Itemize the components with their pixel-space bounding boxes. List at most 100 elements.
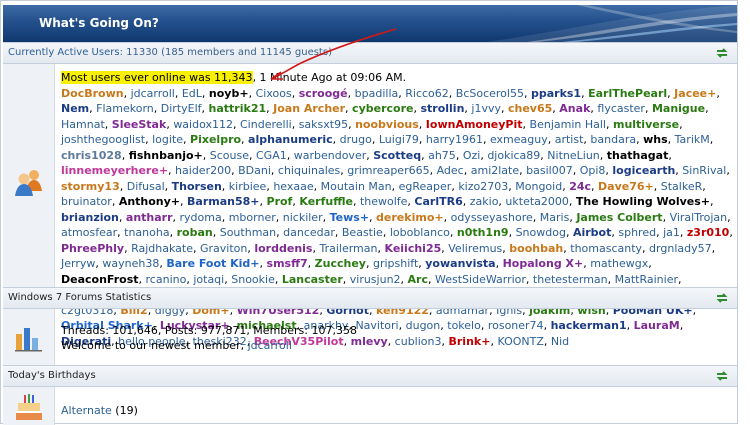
online-user-link[interactable]: boohbah: [509, 242, 563, 255]
online-user-link[interactable]: artist: [555, 133, 584, 146]
online-user-link[interactable]: drgnlady57: [649, 242, 712, 255]
online-user-link[interactable]: fishnbanjo+: [129, 149, 203, 162]
online-user-link[interactable]: Zucchey: [315, 257, 366, 270]
online-user-link[interactable]: Opi8: [580, 164, 606, 177]
online-user-link[interactable]: SleeStak: [112, 118, 167, 131]
online-user-link[interactable]: Lancaster: [282, 273, 343, 286]
online-user-link[interactable]: bruinator: [61, 195, 112, 208]
online-user-link[interactable]: Pixelpro: [190, 133, 241, 146]
online-user-link[interactable]: BDani: [238, 164, 271, 177]
online-user-link[interactable]: Tews+: [330, 211, 369, 224]
online-user-link[interactable]: chev65: [508, 102, 552, 115]
online-user-link[interactable]: logite: [152, 133, 183, 146]
online-user-link[interactable]: DocBrown: [61, 87, 124, 100]
online-user-link[interactable]: DirtyElf: [161, 102, 202, 115]
online-user-link[interactable]: thetesterman: [533, 273, 608, 286]
online-user-link[interactable]: ViralTrojan: [670, 211, 728, 224]
online-user-link[interactable]: loboblanco: [390, 226, 450, 239]
online-user-link[interactable]: Snowdog: [516, 226, 566, 239]
online-user-link[interactable]: Benjamin Hall: [530, 118, 606, 131]
collapse-toggle-icon[interactable]: [715, 46, 729, 60]
online-user-link[interactable]: j1vvy: [471, 102, 501, 115]
online-user-link[interactable]: virusjun2: [350, 273, 401, 286]
online-user-link[interactable]: ja1: [663, 226, 680, 239]
online-user-link[interactable]: warbendover: [294, 149, 367, 162]
online-user-link[interactable]: atmosfear: [61, 226, 117, 239]
online-user-link[interactable]: cybercore: [352, 102, 413, 115]
online-user-link[interactable]: bpadilla: [355, 87, 399, 100]
online-user-link[interactable]: Southman: [220, 226, 276, 239]
online-user-link[interactable]: Kerfuffle: [299, 195, 353, 208]
online-user-link[interactable]: Nem: [61, 102, 89, 115]
online-user-link[interactable]: stormy13: [61, 180, 120, 193]
online-user-link[interactable]: Scouse: [210, 149, 249, 162]
online-user-link[interactable]: DeaconFrost: [61, 273, 139, 286]
online-user-link[interactable]: egReaper: [399, 180, 452, 193]
online-user-link[interactable]: Hopalong X+: [503, 257, 584, 270]
online-user-link[interactable]: hattrik21: [209, 102, 267, 115]
online-user-link[interactable]: gripshift: [373, 257, 418, 270]
online-user-link[interactable]: smsff7: [267, 257, 308, 270]
online-user-link[interactable]: Snookie: [231, 273, 275, 286]
online-user-link[interactable]: Maris: [540, 211, 570, 224]
online-user-link[interactable]: nickiler: [283, 211, 323, 224]
online-user-link[interactable]: Adec: [437, 164, 464, 177]
online-user-link[interactable]: Graviton: [200, 242, 247, 255]
online-user-link[interactable]: alphanumeric: [248, 133, 333, 146]
online-user-link[interactable]: antharr: [126, 211, 173, 224]
online-user-link[interactable]: thewolfe: [360, 195, 407, 208]
online-user-link[interactable]: Mongoid: [515, 180, 562, 193]
online-user-link[interactable]: ah75: [428, 149, 456, 162]
online-user-link[interactable]: 24c: [569, 180, 591, 193]
online-user-link[interactable]: kizo2703: [458, 180, 508, 193]
online-user-link[interactable]: multiverse: [613, 118, 679, 131]
online-user-link[interactable]: kirbiee: [229, 180, 267, 193]
online-user-link[interactable]: hexaae: [273, 180, 313, 193]
online-user-link[interactable]: Jacee+: [674, 87, 716, 100]
online-user-link[interactable]: Flamekorn: [96, 102, 154, 115]
online-user-link[interactable]: yowanvista: [425, 257, 495, 270]
online-user-link[interactable]: Thorsen: [172, 180, 222, 193]
online-user-link[interactable]: Anak: [559, 102, 590, 115]
online-user-link[interactable]: EdL: [182, 87, 202, 100]
online-user-link[interactable]: chris1028: [61, 149, 122, 162]
online-user-link[interactable]: Airbot: [573, 226, 611, 239]
online-user-link[interactable]: CGA1: [256, 149, 287, 162]
online-user-link[interactable]: odysseyashore: [451, 211, 533, 224]
online-user-link[interactable]: Difusal: [127, 180, 165, 193]
online-user-link[interactable]: IownAmoneyPit: [426, 118, 523, 131]
online-user-link[interactable]: Veliremus: [448, 242, 502, 255]
online-user-link[interactable]: chiquinales: [278, 164, 340, 177]
online-user-link[interactable]: Ozi: [463, 149, 481, 162]
online-user-link[interactable]: grimreaper665: [347, 164, 429, 177]
online-user-link[interactable]: jotaqi: [193, 273, 224, 286]
online-user-link[interactable]: Ricco62: [405, 87, 449, 100]
online-user-link[interactable]: lorddenis: [254, 242, 312, 255]
active-users-link[interactable]: Currently Active Users: [8, 47, 120, 58]
online-user-link[interactable]: noobvious: [355, 118, 419, 131]
online-user-link[interactable]: drugo: [340, 133, 372, 146]
online-user-link[interactable]: mborner: [229, 211, 276, 224]
online-user-link[interactable]: scroogé: [299, 87, 348, 100]
online-user-link[interactable]: z3r010: [687, 226, 729, 239]
online-user-link[interactable]: Barman58+: [187, 195, 259, 208]
online-user-link[interactable]: noyb+: [209, 87, 249, 100]
collapse-toggle-icon[interactable]: [715, 291, 729, 305]
online-user-link[interactable]: Moutain Man: [321, 180, 392, 193]
online-user-link[interactable]: waidox112: [173, 118, 233, 131]
birthday-member-link[interactable]: Alternate: [61, 404, 112, 417]
online-user-link[interactable]: joshthegooglist: [61, 133, 145, 146]
online-user-link[interactable]: BcSocerol55: [456, 87, 524, 100]
online-user-link[interactable]: MattRainier: [615, 273, 678, 286]
collapse-toggle-icon[interactable]: [715, 369, 729, 383]
online-user-link[interactable]: ukteta2000: [505, 195, 568, 208]
online-user-link[interactable]: Joan Archer: [273, 102, 345, 115]
online-user-link[interactable]: dancedar: [283, 226, 335, 239]
online-user-link[interactable]: Bare Foot Kid+: [166, 257, 259, 270]
online-user-link[interactable]: sphred: [618, 226, 656, 239]
online-user-link[interactable]: saksxt95: [299, 118, 348, 131]
online-user-link[interactable]: EarlThePearl: [588, 87, 667, 100]
online-user-link[interactable]: jdcarroll: [131, 87, 175, 100]
online-user-link[interactable]: Rajdhakate: [131, 242, 193, 255]
online-user-link[interactable]: tnanoha: [124, 226, 169, 239]
